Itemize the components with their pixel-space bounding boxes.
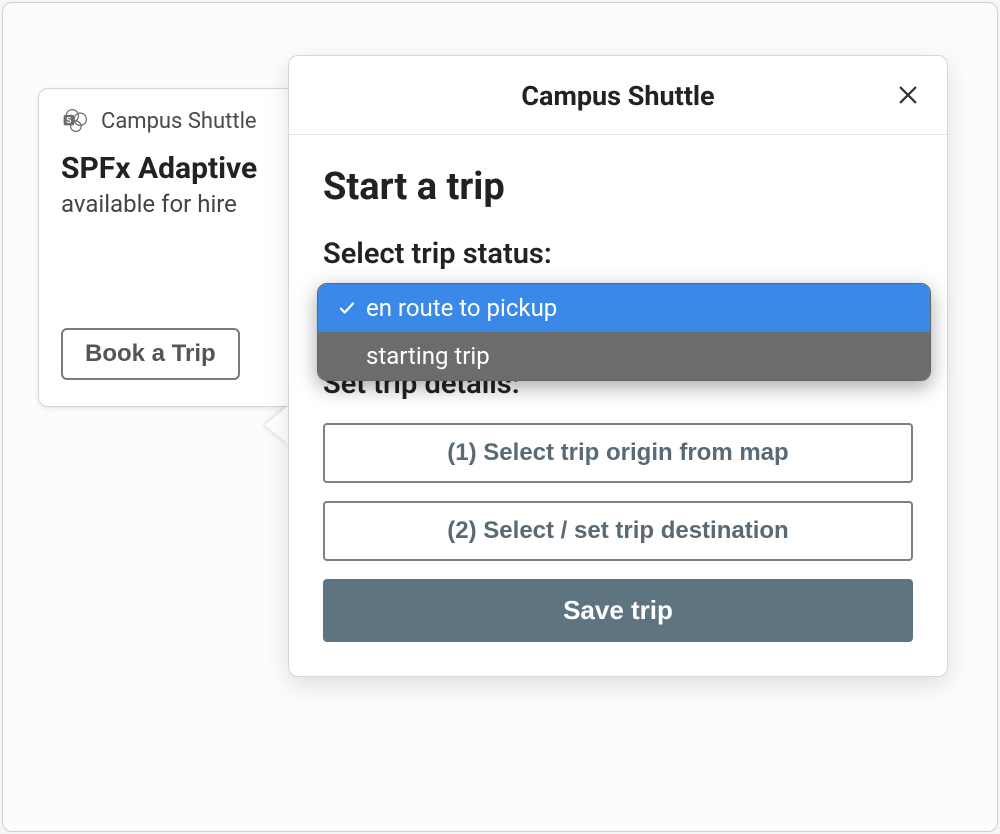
dropdown-option-starting[interactable]: starting trip <box>318 332 930 380</box>
sharepoint-icon: S <box>61 107 89 135</box>
dropdown-option-en-route[interactable]: en route to pickup <box>318 284 930 332</box>
book-trip-button[interactable]: Book a Trip <box>61 328 240 380</box>
select-status-label: Select trip status: <box>323 237 913 271</box>
check-icon <box>332 299 362 317</box>
app-frame: S Campus Shuttle SPFx Adaptive available… <box>2 2 998 832</box>
modal-header: Campus Shuttle <box>289 56 947 135</box>
callout-pointer <box>265 405 289 445</box>
start-trip-heading: Start a trip <box>323 165 913 209</box>
modal-title: Campus Shuttle <box>521 80 714 112</box>
select-origin-button[interactable]: (1) Select trip origin from map <box>323 423 913 483</box>
select-destination-button[interactable]: (2) Select / set trip destination <box>323 501 913 561</box>
card-app-name: Campus Shuttle <box>101 109 257 134</box>
svg-text:S: S <box>66 116 71 125</box>
trip-modal: Campus Shuttle Start a trip Select trip … <box>288 55 948 677</box>
trip-status-dropdown: en route to pickup starting trip <box>317 283 931 381</box>
modal-body: Start a trip Select trip status: en rout… <box>289 135 947 676</box>
dropdown-option-label: starting trip <box>366 342 490 370</box>
trip-status-select[interactable]: en route to pickup starting trip <box>323 289 913 345</box>
close-icon <box>897 84 919 106</box>
save-trip-button[interactable]: Save trip <box>323 579 913 642</box>
dropdown-option-label: en route to pickup <box>366 294 557 322</box>
close-button[interactable] <box>891 78 925 112</box>
